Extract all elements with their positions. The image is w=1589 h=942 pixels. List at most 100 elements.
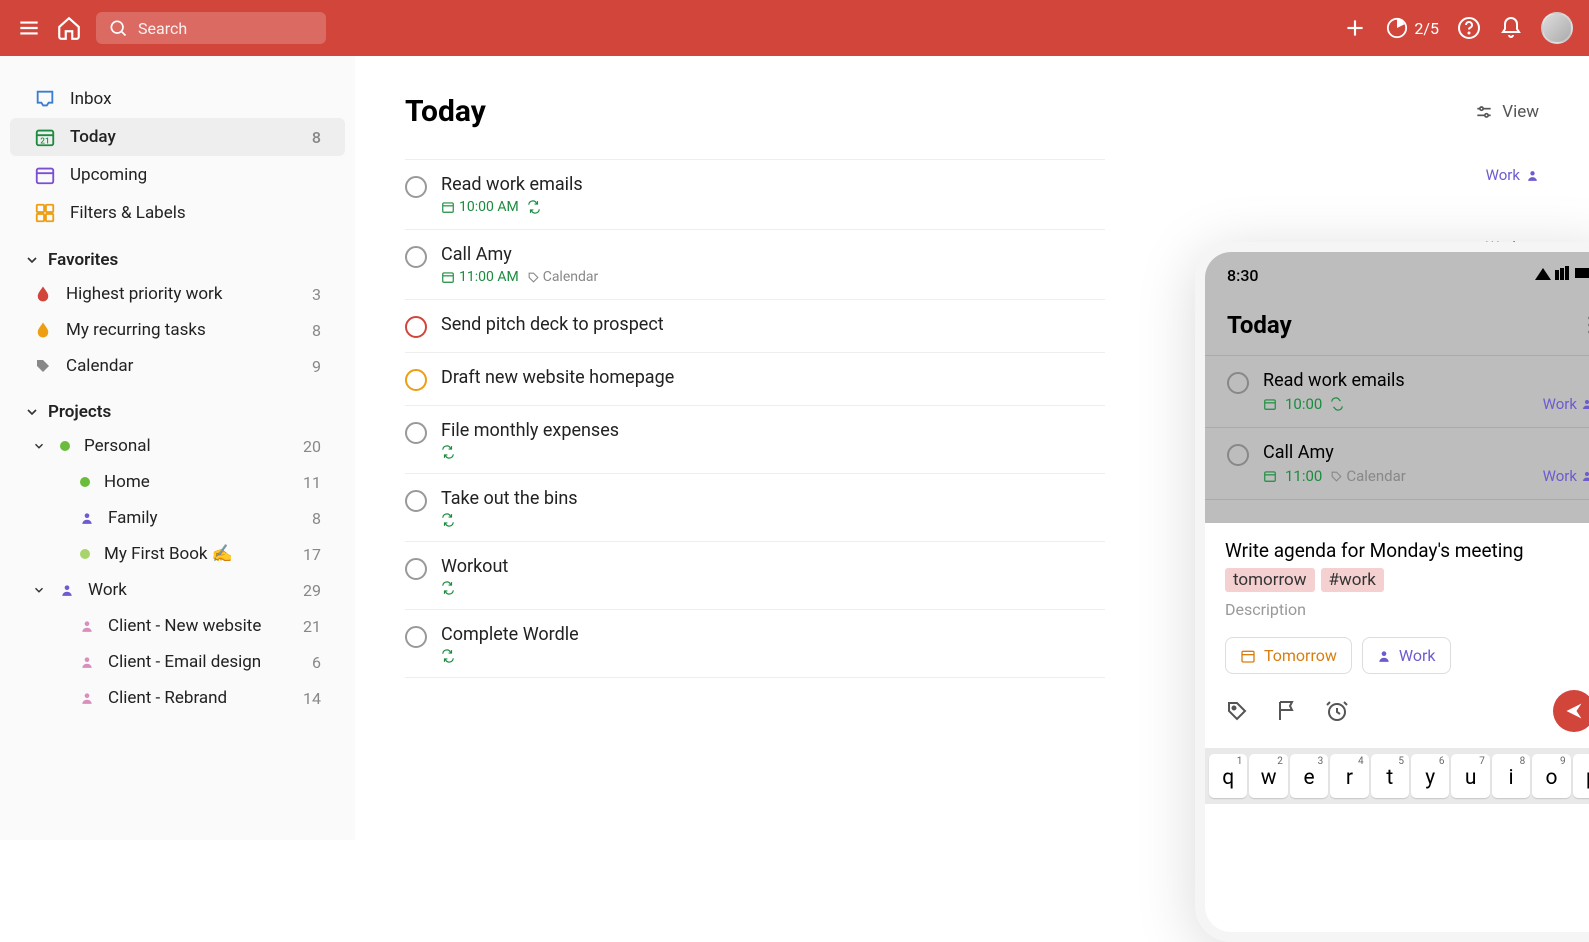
task-checkbox[interactable] xyxy=(405,369,427,391)
nav-label: Inbox xyxy=(70,89,112,109)
project-count: 17 xyxy=(303,545,321,564)
project-dot-icon xyxy=(80,477,90,487)
task-title: File monthly expenses xyxy=(441,420,1105,441)
phone-mockup: 8:30 Today Read work emails10:00Work Cal… xyxy=(1195,242,1589,942)
project-item[interactable]: Home 11 xyxy=(10,464,345,500)
project-chip[interactable]: Work xyxy=(1362,637,1451,674)
project-item[interactable]: Client - New website21 xyxy=(10,608,345,644)
project-item[interactable]: Personal20 xyxy=(10,428,345,464)
notifications-icon[interactable] xyxy=(1499,16,1523,40)
task-row[interactable]: Call Amy11:00 AMCalendar xyxy=(405,230,1105,300)
schedule-chip[interactable]: Tomorrow xyxy=(1225,637,1352,674)
task-checkbox[interactable] xyxy=(405,176,427,198)
keyboard-key[interactable]: 7u xyxy=(1451,754,1489,798)
nav-label: Filters & Labels xyxy=(70,203,186,223)
task-checkbox[interactable] xyxy=(1227,372,1249,394)
flag-icon[interactable] xyxy=(1275,699,1299,723)
project-label: Family xyxy=(108,508,158,528)
task-row[interactable]: File monthly expenses xyxy=(405,406,1105,474)
phone-task-row[interactable]: Call Amy11:00CalendarWork xyxy=(1205,427,1589,499)
add-icon[interactable] xyxy=(1342,15,1368,41)
fav-item[interactable]: My recurring tasks8 xyxy=(10,312,345,348)
task-title: Send pitch deck to prospect xyxy=(441,314,1105,335)
calendar-icon xyxy=(441,200,455,214)
nav-today[interactable]: 21Today8 xyxy=(10,118,345,156)
keyboard-key[interactable]: 0p xyxy=(1573,754,1589,798)
task-row[interactable]: Draft new website homepage xyxy=(405,353,1105,406)
task-row[interactable]: Send pitch deck to prospect xyxy=(405,300,1105,353)
send-button[interactable] xyxy=(1553,690,1589,732)
keyboard-key[interactable]: 9o xyxy=(1532,754,1570,798)
project-label: Client - New website xyxy=(108,616,261,636)
usage-text: 2/5 xyxy=(1414,19,1439,38)
description-placeholder[interactable]: Description xyxy=(1225,600,1589,619)
fav-item[interactable]: Calendar9 xyxy=(10,348,345,384)
fav-item[interactable]: Highest priority work3 xyxy=(10,276,345,312)
project-count: 11 xyxy=(303,473,321,492)
avatar[interactable] xyxy=(1541,12,1573,44)
task-tag: Calendar xyxy=(1330,467,1406,485)
task-row[interactable]: Complete Wordle xyxy=(405,610,1105,678)
fav-count: 3 xyxy=(312,285,321,304)
fav-icon xyxy=(34,285,52,303)
project-label: Home xyxy=(104,472,150,492)
task-checkbox[interactable] xyxy=(405,558,427,580)
project-item[interactable]: Client - Rebrand14 xyxy=(10,680,345,716)
project-item[interactable]: Family8 xyxy=(10,500,345,536)
keyboard-key[interactable]: 6y xyxy=(1411,754,1449,798)
nav-upcoming[interactable]: Upcoming xyxy=(10,156,345,194)
nav-inbox[interactable]: Inbox xyxy=(10,80,345,118)
chip-tomorrow[interactable]: tomorrow xyxy=(1225,568,1315,592)
view-button[interactable]: View xyxy=(1474,102,1539,122)
menu-icon[interactable] xyxy=(16,15,42,41)
phone-title: Today xyxy=(1227,311,1292,339)
recurring-icon xyxy=(441,649,455,663)
task-row[interactable]: Take out the bins xyxy=(405,474,1105,542)
keyboard-key[interactable]: 8i xyxy=(1492,754,1530,798)
task-time: 11:00 AM xyxy=(441,269,519,285)
keyboard-key[interactable]: 3e xyxy=(1290,754,1328,798)
project-label: Work xyxy=(88,580,127,600)
compose-title[interactable]: Write agenda for Monday's meeting xyxy=(1225,539,1589,562)
search-input[interactable] xyxy=(138,19,308,38)
person-icon xyxy=(1377,649,1391,663)
keyboard-key[interactable]: 5t xyxy=(1371,754,1409,798)
task-checkbox[interactable] xyxy=(405,490,427,512)
keyboard-key[interactable]: 4r xyxy=(1330,754,1368,798)
nav-filters-labels[interactable]: Filters & Labels xyxy=(10,194,345,232)
help-icon[interactable] xyxy=(1457,16,1481,40)
usage-indicator[interactable]: 2/5 xyxy=(1386,17,1439,39)
project-count: 29 xyxy=(303,581,321,600)
favorites-header[interactable]: Favorites xyxy=(0,232,355,276)
task-project: Work xyxy=(1543,395,1589,413)
chevron-down-icon xyxy=(24,404,40,420)
today-icon: 21 xyxy=(34,126,56,148)
project-label: Client - Email design xyxy=(108,652,261,672)
alarm-icon[interactable] xyxy=(1325,699,1349,723)
sidebar: Inbox 21Today8Upcoming Filters & Labels Fa… xyxy=(0,56,355,840)
search-box[interactable] xyxy=(96,12,326,44)
task-checkbox[interactable] xyxy=(405,246,427,268)
chevron-down-icon xyxy=(32,439,46,453)
task-row[interactable]: Workout xyxy=(405,542,1105,610)
person-icon xyxy=(60,583,74,597)
task-checkbox[interactable] xyxy=(405,316,427,338)
project-item[interactable]: My First Book ✍️17 xyxy=(10,536,345,572)
status-icons xyxy=(1533,266,1589,285)
task-checkbox[interactable] xyxy=(405,422,427,444)
keyboard-key[interactable]: 2w xyxy=(1249,754,1287,798)
person-icon xyxy=(80,619,94,633)
task-project-tag[interactable]: Work xyxy=(1486,166,1539,184)
recurring-icon xyxy=(527,200,541,214)
home-icon[interactable] xyxy=(56,15,82,41)
task-checkbox[interactable] xyxy=(1227,444,1249,466)
task-checkbox[interactable] xyxy=(405,626,427,648)
label-icon[interactable] xyxy=(1225,699,1249,723)
projects-header[interactable]: Projects xyxy=(0,384,355,428)
keyboard-key[interactable]: 1q xyxy=(1209,754,1247,798)
project-item[interactable]: Client - Email design6 xyxy=(10,644,345,680)
project-item[interactable]: Work 29 xyxy=(10,572,345,608)
phone-task-row[interactable]: Read work emails10:00Work xyxy=(1205,355,1589,427)
chip-work[interactable]: #work xyxy=(1321,568,1384,592)
task-row[interactable]: Read work emails10:00 AM xyxy=(405,159,1105,230)
